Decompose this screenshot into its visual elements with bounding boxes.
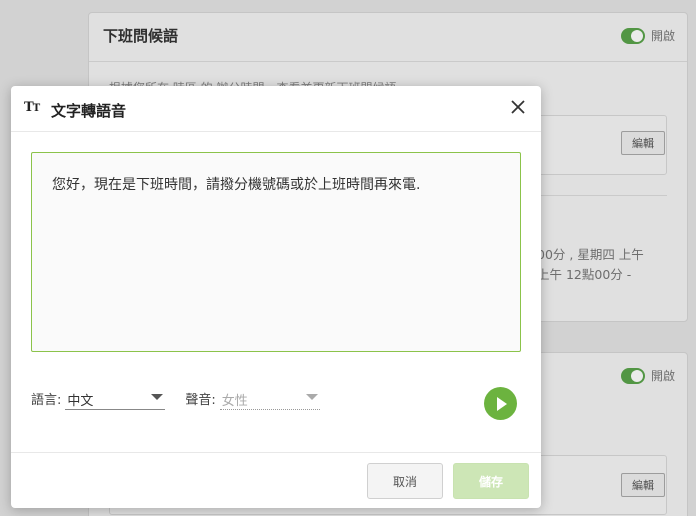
voice-group: 聲音: 女性 xyxy=(185,386,320,410)
close-icon xyxy=(511,100,525,114)
cancel-button[interactable]: 取消 xyxy=(367,463,443,499)
voice-value: 女性 xyxy=(221,394,248,409)
dialog-title: 文字轉語音 xyxy=(51,102,127,120)
play-preview-button[interactable] xyxy=(484,387,517,420)
voice-select[interactable]: 女性 xyxy=(219,386,320,410)
dialog-header: TT 文字轉語音 xyxy=(11,86,541,132)
save-button[interactable]: 儲存 xyxy=(453,463,529,499)
options-row: 語言: 中文 聲音: 女性 xyxy=(31,386,320,410)
language-value: 中文 xyxy=(67,394,94,409)
tts-text-input[interactable]: 您好，現在是下班時間，請撥分機號碼或於上班時間再來電. xyxy=(31,152,521,352)
chevron-down-icon xyxy=(151,394,164,400)
language-select[interactable]: 中文 xyxy=(65,386,166,410)
voice-label: 聲音: xyxy=(185,393,216,408)
text-size-icon: TT xyxy=(24,100,40,115)
text-to-speech-dialog: TT 文字轉語音 您好，現在是下班時間，請撥分機號碼或於上班時間再來電. 語言:… xyxy=(11,86,541,508)
dialog-footer: 取消 儲存 xyxy=(11,452,541,508)
close-button[interactable] xyxy=(509,98,527,116)
chevron-down-icon xyxy=(305,394,318,400)
language-label: 語言: xyxy=(31,393,62,408)
